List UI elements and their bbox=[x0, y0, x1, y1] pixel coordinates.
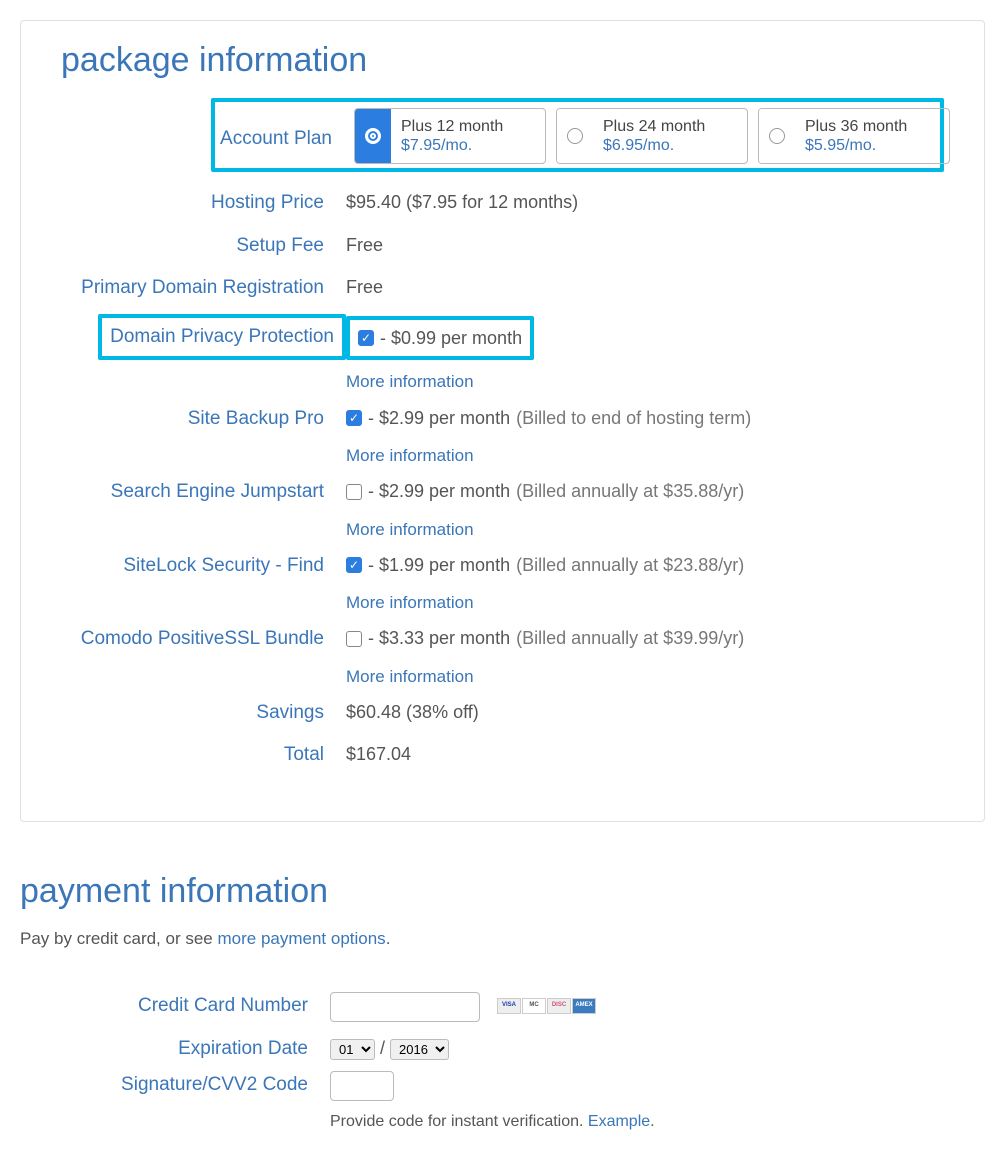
sitelock-price: - $1.99 per month bbox=[368, 551, 510, 580]
exp-separator: / bbox=[380, 1038, 385, 1058]
plan-name: Plus 36 month bbox=[805, 117, 907, 136]
sitelock-label: SiteLock Security - Find bbox=[61, 549, 346, 581]
mastercard-icon: MC bbox=[522, 998, 546, 1014]
ssl-price: - $3.33 per month bbox=[368, 624, 510, 653]
plan-price: $5.95/mo. bbox=[805, 136, 907, 155]
radio-icon bbox=[759, 109, 795, 163]
more-payment-options-link[interactable]: more payment options bbox=[217, 929, 385, 948]
plan-name: Plus 24 month bbox=[603, 117, 705, 136]
exp-year-select[interactable]: 2016 bbox=[390, 1039, 449, 1060]
exp-month-select[interactable]: 01 bbox=[330, 1039, 375, 1060]
radio-icon bbox=[557, 109, 593, 163]
jumpstart-billing: (Billed annually at $35.88/yr) bbox=[516, 477, 744, 506]
package-title: package information bbox=[61, 41, 944, 80]
primary-domain-label: Primary Domain Registration bbox=[61, 271, 346, 303]
total-label: Total bbox=[61, 738, 346, 770]
plan-name: Plus 12 month bbox=[401, 117, 503, 136]
card-brand-icons: VISA MC DISC AMEX bbox=[497, 998, 596, 1014]
cvv-note: Provide code for instant verification. E… bbox=[330, 1107, 985, 1135]
sitelock-checkbox[interactable] bbox=[346, 557, 362, 573]
savings-value: $60.48 (38% off) bbox=[346, 696, 944, 727]
plan-price: $7.95/mo. bbox=[401, 136, 503, 155]
more-info-link[interactable]: More information bbox=[346, 663, 944, 690]
more-info-link[interactable]: More information bbox=[346, 442, 944, 469]
plan-options: Plus 12 month $7.95/mo. Plus 24 month $6… bbox=[354, 108, 950, 164]
plan-option-12[interactable]: Plus 12 month $7.95/mo. bbox=[354, 108, 546, 164]
site-backup-price: - $2.99 per month bbox=[368, 404, 510, 433]
ssl-billing: (Billed annually at $39.99/yr) bbox=[516, 624, 744, 653]
setup-fee-value: Free bbox=[346, 229, 944, 260]
hosting-price-label: Hosting Price bbox=[61, 186, 346, 218]
cc-input[interactable] bbox=[330, 992, 480, 1022]
visa-icon: VISA bbox=[497, 998, 521, 1014]
more-info-link[interactable]: More information bbox=[346, 516, 944, 543]
package-information-card: package information Account Plan Plus 12… bbox=[20, 20, 985, 822]
domain-privacy-checkbox[interactable] bbox=[358, 330, 374, 346]
more-info-link[interactable]: More information bbox=[346, 368, 944, 395]
account-plan-highlight: Account Plan Plus 12 month $7.95/mo. Plu… bbox=[211, 98, 944, 172]
cc-label: Credit Card Number bbox=[20, 989, 330, 1021]
site-backup-billing: (Billed to end of hosting term) bbox=[516, 404, 751, 433]
domain-privacy-price: - $0.99 per month bbox=[380, 324, 522, 353]
amex-icon: AMEX bbox=[572, 998, 596, 1014]
ssl-checkbox[interactable] bbox=[346, 631, 362, 647]
jumpstart-price: - $2.99 per month bbox=[368, 477, 510, 506]
more-info-link[interactable]: More information bbox=[346, 589, 944, 616]
savings-label: Savings bbox=[61, 696, 346, 728]
plan-option-24[interactable]: Plus 24 month $6.95/mo. bbox=[556, 108, 748, 164]
domain-privacy-highlight-label: Domain Privacy Protection bbox=[98, 314, 346, 360]
jumpstart-label: Search Engine Jumpstart bbox=[61, 475, 346, 507]
radio-icon bbox=[355, 109, 391, 163]
ssl-label: Comodo PositiveSSL Bundle bbox=[61, 622, 346, 654]
setup-fee-label: Setup Fee bbox=[61, 229, 346, 261]
payment-intro: Pay by credit card, or see more payment … bbox=[20, 929, 985, 949]
primary-domain-value: Free bbox=[346, 271, 944, 302]
jumpstart-checkbox[interactable] bbox=[346, 484, 362, 500]
hosting-price-value: $95.40 ($7.95 for 12 months) bbox=[346, 186, 944, 217]
payment-title: payment information bbox=[20, 872, 985, 911]
plan-option-36[interactable]: Plus 36 month $5.95/mo. bbox=[758, 108, 950, 164]
cvv-example-link[interactable]: Example bbox=[588, 1113, 650, 1130]
account-plan-label: Account Plan bbox=[219, 116, 354, 154]
cvv-input[interactable] bbox=[330, 1071, 394, 1101]
sitelock-billing: (Billed annually at $23.88/yr) bbox=[516, 551, 744, 580]
cvv-label: Signature/CVV2 Code bbox=[20, 1068, 330, 1100]
discover-icon: DISC bbox=[547, 998, 571, 1014]
exp-label: Expiration Date bbox=[20, 1032, 330, 1064]
total-value: $167.04 bbox=[346, 738, 944, 769]
site-backup-checkbox[interactable] bbox=[346, 410, 362, 426]
site-backup-label: Site Backup Pro bbox=[61, 402, 346, 434]
plan-price: $6.95/mo. bbox=[603, 136, 705, 155]
